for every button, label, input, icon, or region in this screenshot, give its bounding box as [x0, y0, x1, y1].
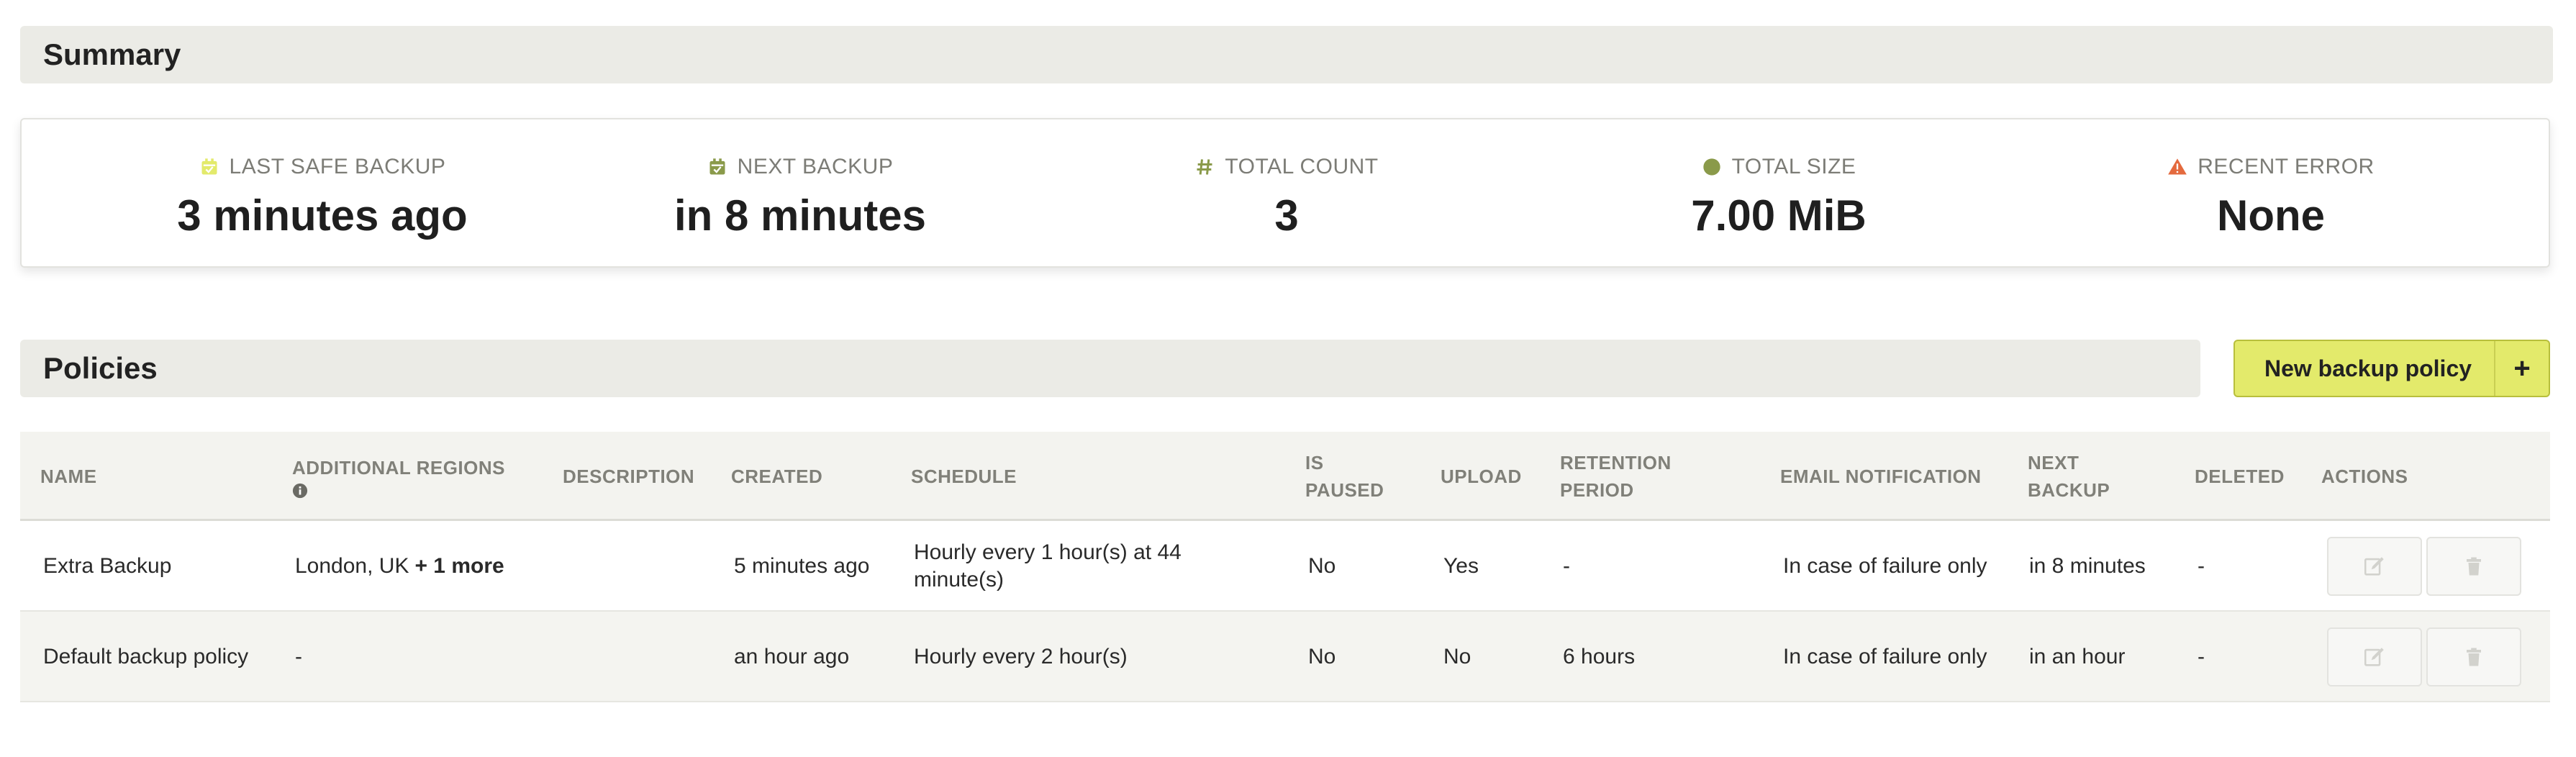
stat-value: 3 minutes ago	[177, 191, 468, 240]
cell-retention-period: -	[1563, 554, 1570, 578]
column-label: BACKUP	[2028, 479, 2110, 501]
edit-button[interactable]	[2327, 537, 2422, 596]
cell-name: Default backup policy	[43, 645, 249, 668]
region-text: London, UK	[295, 554, 409, 578]
stat-label: TOTAL SIZE	[1731, 155, 1856, 178]
cell-description	[566, 521, 717, 612]
column-label: NEXT	[2028, 452, 2080, 473]
edit-button[interactable]	[2327, 627, 2422, 686]
cell-name: Extra Backup	[43, 554, 172, 578]
column-label: EMAIL NOTIFICATION	[1780, 466, 1982, 487]
column-header-schedule[interactable]: SCHEDULE	[911, 432, 1017, 521]
stat-label: RECENT ERROR	[2198, 155, 2375, 178]
stat-total-count: TOTAL COUNT 3	[1071, 154, 1502, 242]
calendar-icon	[201, 158, 217, 175]
warning-icon	[2168, 158, 2187, 175]
column-label: DELETED	[2195, 466, 2285, 487]
column-label: SCHEDULE	[911, 466, 1017, 487]
trash-icon	[2467, 557, 2481, 576]
region-text: -	[295, 645, 302, 668]
new-backup-policy-label: New backup policy	[2264, 355, 2472, 381]
stat-total-size: TOTAL SIZE 7.00 MiB	[1563, 154, 1995, 242]
column-header-actions: ACTIONS	[2321, 432, 2408, 521]
table-row[interactable]: Extra Backup London, UK + 1 more 5 minut…	[20, 521, 2550, 612]
cell-description	[566, 612, 717, 702]
cell-created: an hour ago	[734, 645, 850, 668]
column-header-deleted[interactable]: DELETED	[2195, 432, 2285, 521]
cell-is-paused: No	[1308, 645, 1336, 668]
regions-more-link[interactable]: + 1 more	[414, 553, 504, 580]
stat-next-backup: NEXT BACKUP in 8 minutes	[584, 154, 1016, 242]
policies-title: Policies	[43, 351, 158, 385]
trash-icon	[2467, 648, 2481, 666]
column-header-is-paused[interactable]: IS PAUSED	[1305, 432, 1384, 521]
cell-email-notification: In case of failure only	[1783, 554, 1987, 578]
column-header-name[interactable]: NAME	[40, 432, 97, 521]
cell-created: 5 minutes ago	[734, 554, 870, 578]
cell-schedule: Hourly every 2 hour(s)	[914, 645, 1128, 668]
cell-next-backup: in an hour	[2029, 645, 2126, 668]
column-label: DESCRIPTION	[563, 466, 695, 487]
cell-retention-period: 6 hours	[1563, 645, 1636, 668]
column-label: PAUSED	[1305, 479, 1384, 501]
cell-email-notification: In case of failure only	[1783, 645, 1987, 668]
circle-icon	[1702, 158, 1720, 176]
stat-label: LAST SAFE BACKUP	[229, 155, 446, 178]
column-header-created[interactable]: CREATED	[731, 432, 822, 521]
edit-icon	[2364, 557, 2384, 576]
info-icon[interactable]	[292, 483, 308, 499]
stat-last-safe-backup: LAST SAFE BACKUP 3 minutes ago	[106, 154, 538, 242]
plus-icon: +	[2494, 341, 2549, 396]
policies-table: NAME ADDITIONAL REGIONS DESCRIPTION CREA…	[20, 432, 2550, 702]
edit-icon	[2364, 648, 2384, 666]
column-header-description[interactable]: DESCRIPTION	[563, 432, 694, 521]
delete-button[interactable]	[2426, 627, 2521, 686]
cell-additional-regions: London, UK + 1 more	[295, 521, 554, 612]
stat-value: 3	[1274, 191, 1299, 240]
column-header-retention-period[interactable]: RETENTION PERIOD	[1560, 432, 1672, 521]
column-label: PERIOD	[1560, 479, 1634, 501]
column-label: IS	[1305, 452, 1324, 473]
cell-deleted: -	[2198, 554, 2205, 578]
cell-schedule: Hourly every 1 hour(s) at 44 minute(s)	[914, 540, 1182, 591]
cell-upload: No	[1443, 645, 1471, 668]
calendar-check-icon	[709, 158, 725, 175]
column-label: ACTIONS	[2321, 466, 2408, 487]
stat-recent-error: RECENT ERROR None	[2055, 154, 2487, 242]
table-header: NAME ADDITIONAL REGIONS DESCRIPTION CREA…	[20, 432, 2550, 521]
stat-value: None	[2217, 191, 2325, 240]
column-header-additional-regions[interactable]: ADDITIONAL REGIONS	[292, 432, 505, 521]
stat-value: 7.00 MiB	[1691, 191, 1867, 240]
cell-upload: Yes	[1443, 554, 1479, 578]
hash-icon	[1197, 159, 1212, 175]
stat-value: in 8 minutes	[674, 191, 927, 240]
column-label: NAME	[40, 466, 97, 487]
stat-label: NEXT BACKUP	[737, 155, 894, 178]
column-label: CREATED	[731, 466, 823, 487]
summary-title: Summary	[43, 37, 181, 71]
new-backup-policy-button[interactable]: New backup policy +	[2233, 340, 2550, 397]
cell-next-backup: in 8 minutes	[2029, 554, 2146, 578]
column-label: UPLOAD	[1441, 466, 1522, 487]
cell-additional-regions: -	[295, 612, 554, 702]
policies-header: Policies	[20, 340, 2200, 397]
summary-header: Summary	[20, 26, 2553, 83]
column-header-upload[interactable]: UPLOAD	[1441, 432, 1522, 521]
column-label: RETENTION	[1560, 452, 1672, 473]
stat-label: TOTAL COUNT	[1225, 155, 1379, 178]
delete-button[interactable]	[2426, 537, 2521, 596]
cell-is-paused: No	[1308, 554, 1336, 578]
table-row[interactable]: Default backup policy - an hour ago Hour…	[20, 612, 2550, 702]
column-label: ADDITIONAL REGIONS	[292, 457, 505, 479]
cell-deleted: -	[2198, 645, 2205, 668]
column-header-email-notification[interactable]: EMAIL NOTIFICATION	[1780, 432, 1982, 521]
column-header-next-backup[interactable]: NEXT BACKUP	[2028, 432, 2110, 521]
summary-card: LAST SAFE BACKUP 3 minutes ago NEXT BACK…	[20, 118, 2550, 268]
